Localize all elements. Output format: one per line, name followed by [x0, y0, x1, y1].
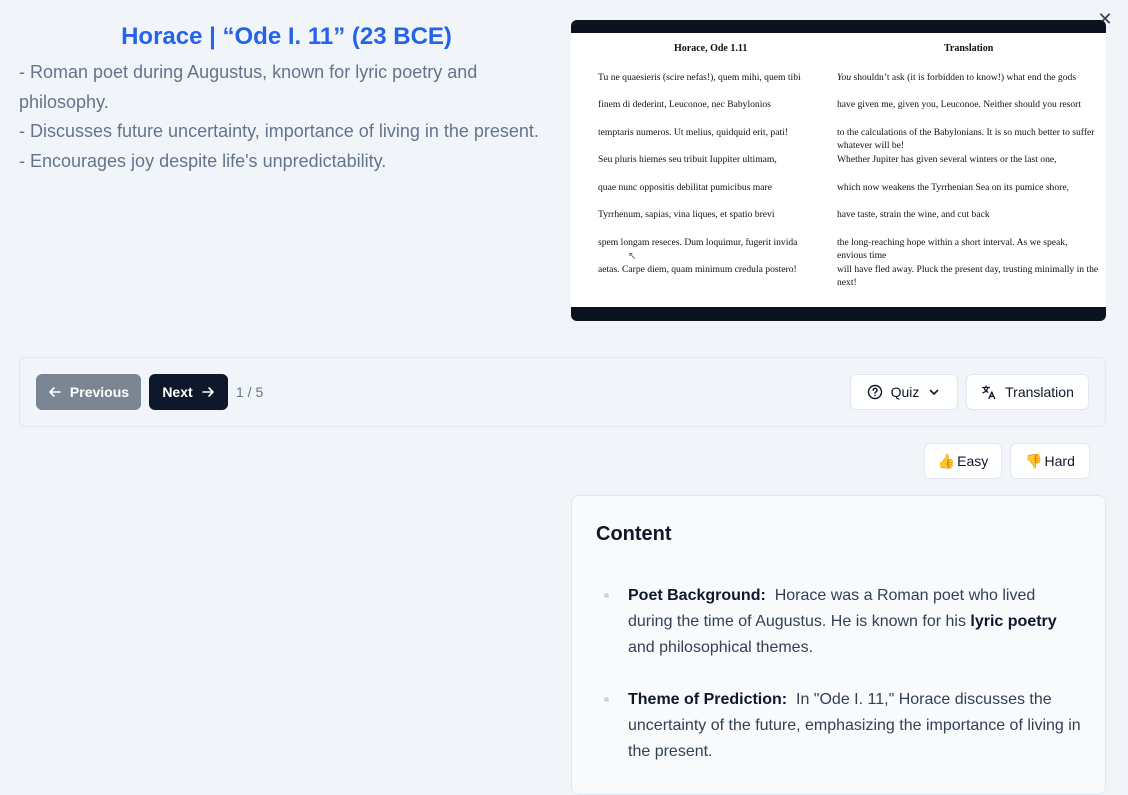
translation-line: have taste, strain the wine, and cut bac…	[837, 209, 990, 220]
translation-first-word: You	[837, 72, 852, 83]
mouse-cursor-icon: ↖	[628, 251, 637, 262]
chevron-down-icon	[927, 385, 941, 399]
content-title: Content	[596, 523, 672, 545]
easy-button[interactable]: 👍 Easy	[924, 443, 1002, 479]
next-label: Next	[162, 384, 193, 400]
list-item: Poet Background: Horace was a Roman poet…	[604, 583, 1083, 661]
hard-button[interactable]: 👎 Hard	[1010, 443, 1090, 479]
translation-line: which now weakens the Tyrrhenian Sea on …	[837, 182, 1070, 193]
latin-line: temptaris numeros. Ut melius, quidquid e…	[598, 127, 788, 138]
thumbs-up-icon: 👍	[937, 452, 956, 469]
bullet-dot	[604, 593, 609, 598]
latin-line: Tu ne quaesieris (scire nefas!), quem mi…	[598, 72, 801, 83]
poem-image: Horace, Ode 1.11 Translation Tu ne quaes…	[571, 20, 1106, 321]
translation-line: You shouldn’t ask (it is forbidden to kn…	[837, 71, 1099, 84]
content-list: Poet Background: Horace was a Roman poet…	[604, 583, 1083, 791]
translation-line: Whether Jupiter has given several winter…	[837, 154, 1057, 165]
page-title: Horace | “Ode I. 11” (23 BCE)	[121, 23, 452, 50]
easy-label: Easy	[957, 453, 989, 469]
latin-line: aetas. Carpe diem, quam minimum credula …	[598, 264, 797, 275]
item-bold: lyric poetry	[970, 613, 1057, 630]
next-button[interactable]: Next	[149, 374, 228, 410]
latin-line: Tyrrhenum, sapias, vina liques, et spati…	[598, 209, 775, 220]
translation-label: Translation	[1005, 384, 1074, 400]
translation-line-text: shouldn’t ask (it is forbidden to know!)…	[853, 72, 1077, 83]
item-text-after: and philosophical themes.	[628, 639, 814, 656]
latin-line: finem di dederint, Leuconoe, nec Babylon…	[598, 99, 771, 110]
thumbs-down-icon: 👎	[1025, 452, 1043, 469]
item-label: Theme of Prediction:	[628, 691, 788, 708]
content-card: Content Poet Background: Horace was a Ro…	[571, 495, 1106, 795]
previous-button[interactable]: Previous	[36, 374, 141, 410]
latin-line: quae nunc oppositis debilitat pumicibus …	[598, 182, 772, 193]
latin-line: spem longam reseces. Dum loquimur, fuger…	[598, 237, 798, 248]
item-label: Poet Background:	[628, 587, 766, 604]
latin-heading: Horace, Ode 1.11	[674, 43, 748, 54]
summary-bullets: - Roman poet during Augustus, known for …	[19, 58, 554, 176]
translate-icon	[981, 384, 997, 400]
lesson-summary: Horace | “Ode I. 11” (23 BCE) - Roman po…	[19, 20, 554, 176]
page-indicator: 1 / 5	[236, 384, 264, 400]
hard-label: Hard	[1044, 453, 1075, 469]
bullet-dot	[604, 697, 609, 702]
translation-line: the long-reaching hope within a short in…	[837, 237, 1068, 261]
help-circle-icon	[867, 384, 883, 400]
translation-line: have given me, given you, Leuconoe. Neit…	[837, 99, 1082, 110]
previous-label: Previous	[69, 384, 130, 400]
summary-bullet: - Roman poet during Augustus, known for …	[19, 62, 478, 112]
arrow-right-icon	[201, 385, 215, 399]
translation-heading: Translation	[944, 43, 994, 54]
summary-bullet: - Encourages joy despite life's unpredic…	[19, 150, 387, 171]
summary-bullet: - Discusses future uncertainty, importan…	[19, 121, 539, 141]
poem-document: Horace, Ode 1.11 Translation Tu ne quaes…	[571, 33, 1106, 307]
navigation-toolbar: Previous Next 1 / 5 Quiz Translation	[19, 357, 1106, 427]
latin-line: Seu pluris hiemes seu tribuit Iuppiter u…	[598, 154, 777, 165]
quiz-label: Quiz	[890, 384, 920, 400]
translation-line: to the calculations of the Babylonians. …	[837, 127, 1095, 151]
translation-line: will have fled away. Pluck the present d…	[837, 264, 1099, 288]
list-item: Theme of Prediction: In "Ode I. 11," Hor…	[604, 687, 1083, 765]
arrow-left-icon	[48, 385, 62, 399]
quiz-dropdown-button[interactable]: Quiz	[850, 374, 958, 410]
translation-button[interactable]: Translation	[966, 374, 1089, 410]
